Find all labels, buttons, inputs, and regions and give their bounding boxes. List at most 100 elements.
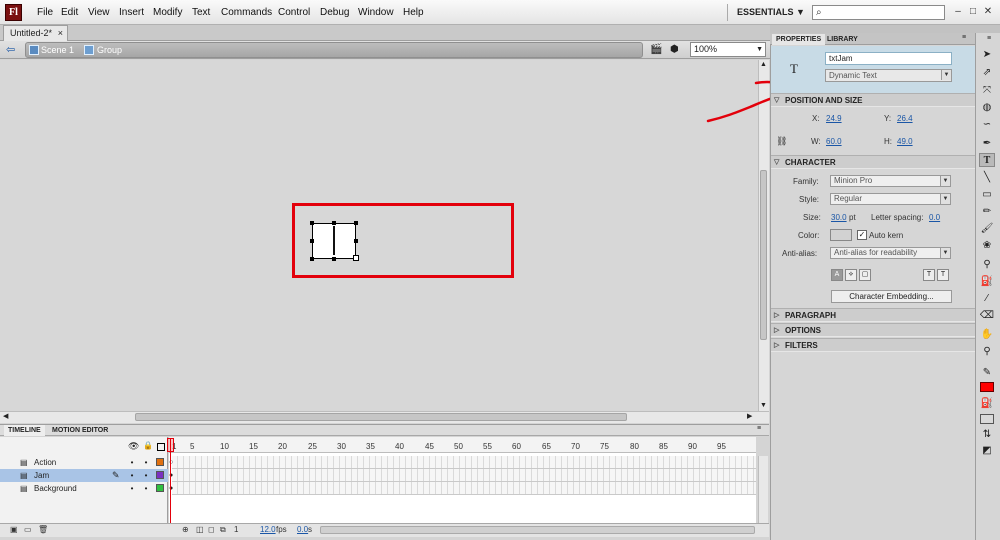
close-window-button[interactable]: ✕: [981, 5, 995, 19]
maximize-button[interactable]: □: [966, 5, 980, 19]
menu-help[interactable]: Help: [403, 0, 424, 25]
panel-menu-icon[interactable]: ≡: [962, 34, 966, 41]
eraser-tool-icon[interactable]: ⌫: [979, 309, 995, 323]
lock-dot[interactable]: •: [141, 456, 151, 469]
lock-proportions-icon[interactable]: ⛓: [776, 136, 787, 147]
breadcrumb-group[interactable]: Group: [97, 43, 122, 57]
show-border-button[interactable]: ▢: [859, 269, 871, 281]
layer-row[interactable]: ▤ Background • •: [0, 482, 168, 495]
hand-tool-icon[interactable]: ✋: [979, 328, 995, 342]
text-tool-icon[interactable]: T: [979, 153, 995, 167]
text-field-resize-handle[interactable]: [353, 255, 359, 261]
document-tab[interactable]: Untitled-2* ×: [3, 25, 68, 41]
menu-view[interactable]: View: [88, 0, 110, 25]
swap-colors-icon[interactable]: ⇅: [979, 428, 995, 442]
fill-color-icon[interactable]: ⛽: [979, 397, 995, 411]
lock-icon[interactable]: 🔒: [143, 441, 153, 450]
edit-symbols-icon[interactable]: ⬢: [670, 43, 684, 57]
edit-scene-icon[interactable]: 🎬: [650, 43, 664, 57]
scroll-left-icon[interactable]: ◀: [3, 412, 8, 420]
y-value[interactable]: 26.4: [897, 114, 913, 123]
frame-row[interactable]: [172, 469, 756, 482]
subscript-button[interactable]: T: [937, 269, 949, 281]
tab-library[interactable]: LIBRARY: [823, 34, 862, 45]
back-arrow-icon[interactable]: ⇦: [6, 44, 20, 56]
scroll-right-icon[interactable]: ▶: [747, 412, 752, 420]
layer-color-swatch[interactable]: [156, 471, 164, 479]
zoom-tool-icon[interactable]: ⚲: [979, 345, 995, 359]
selectable-text-button[interactable]: A: [831, 269, 843, 281]
section-position-size[interactable]: ▽ POSITION AND SIZE: [771, 93, 975, 107]
frame-rate-value[interactable]: 12.0: [260, 524, 276, 536]
visibility-dot[interactable]: •: [127, 456, 137, 469]
text-type-select[interactable]: Dynamic Text ▼: [825, 69, 952, 82]
layer-color-swatch[interactable]: [156, 458, 164, 466]
panel-menu-icon[interactable]: ≡: [757, 425, 761, 432]
selection-tool-icon[interactable]: ➤: [979, 48, 995, 62]
free-transform-tool-icon[interactable]: ⤧: [979, 84, 995, 98]
lasso-tool-icon[interactable]: ∽: [979, 118, 995, 132]
resize-handle[interactable]: [310, 221, 314, 225]
x-value[interactable]: 24.9: [826, 114, 842, 123]
brush-tool-icon[interactable]: 🖌: [979, 222, 995, 236]
close-tab-icon[interactable]: ×: [58, 26, 63, 40]
rectangle-tool-icon[interactable]: ▭: [979, 188, 995, 202]
onion-outline-icon[interactable]: ◻: [208, 524, 215, 536]
workspace-switcher[interactable]: ESSENTIALS ▼: [737, 0, 805, 25]
paint-bucket-tool-icon[interactable]: ⛽: [979, 275, 995, 289]
section-options[interactable]: ▷ OPTIONS: [771, 323, 975, 337]
w-value[interactable]: 60.0: [826, 137, 842, 146]
letter-spacing-value[interactable]: 0.0: [929, 213, 940, 222]
eyedropper-tool-icon[interactable]: ⁄: [979, 292, 995, 306]
text-color-swatch[interactable]: [830, 229, 852, 241]
resize-handle[interactable]: [332, 257, 336, 261]
h-value[interactable]: 49.0: [897, 137, 913, 146]
menu-edit[interactable]: Edit: [61, 0, 78, 25]
auto-kern-checkbox[interactable]: ✓: [857, 230, 867, 240]
horizontal-scroll-thumb[interactable]: [135, 413, 627, 421]
section-character[interactable]: ▽ CHARACTER: [771, 155, 975, 169]
size-value[interactable]: 30.0: [831, 213, 847, 222]
stroke-color-swatch[interactable]: [980, 414, 994, 424]
pencil-tool-icon[interactable]: ✏: [979, 205, 995, 219]
pen-tool-icon[interactable]: ✒: [979, 137, 995, 151]
deco-tool-icon[interactable]: ❀: [979, 239, 995, 253]
instance-name-field[interactable]: txtJam: [825, 52, 952, 65]
edit-multiple-frames-icon[interactable]: ⧉: [220, 524, 226, 536]
menu-window[interactable]: Window: [358, 0, 394, 25]
tab-properties[interactable]: PROPERTIES: [772, 34, 826, 45]
tab-timeline[interactable]: TIMELINE: [4, 425, 45, 436]
menu-commands[interactable]: Commands: [221, 0, 272, 25]
menu-insert[interactable]: Insert: [119, 0, 144, 25]
scroll-up-icon[interactable]: ▲: [760, 61, 767, 68]
timeline-horizontal-scrollbar[interactable]: [320, 526, 755, 534]
resize-handle[interactable]: [310, 239, 314, 243]
breadcrumb-scene[interactable]: Scene 1: [41, 43, 74, 57]
zoom-select[interactable]: 100% ▼: [690, 42, 766, 57]
menu-debug[interactable]: Debug: [320, 0, 349, 25]
tools-menu-icon[interactable]: ≡: [987, 35, 991, 42]
character-embedding-button[interactable]: Character Embedding...: [831, 290, 952, 303]
menu-text[interactable]: Text: [192, 0, 210, 25]
subselection-tool-icon[interactable]: ⇗: [979, 66, 995, 80]
3d-rotation-tool-icon[interactable]: ◍: [979, 101, 995, 115]
eye-icon[interactable]: 👁: [128, 441, 139, 452]
timeline-vertical-scrollbar[interactable]: [758, 456, 768, 524]
layer-row[interactable]: ▤ Action • •: [0, 456, 168, 469]
new-layer-icon[interactable]: ▣: [10, 524, 18, 536]
center-frame-icon[interactable]: ⊕: [182, 524, 189, 536]
frame-row[interactable]: [172, 482, 756, 495]
vertical-scroll-thumb[interactable]: [760, 170, 767, 340]
playhead[interactable]: [170, 438, 171, 532]
menu-control[interactable]: Control: [278, 0, 310, 25]
anti-alias-select[interactable]: Anti-alias for readability ▼: [830, 247, 951, 259]
font-style-select[interactable]: Regular ▼: [830, 193, 951, 205]
resize-handle[interactable]: [354, 221, 358, 225]
render-html-button[interactable]: ⟡: [845, 269, 857, 281]
visibility-dot[interactable]: •: [127, 482, 137, 495]
frame-row[interactable]: [172, 456, 756, 469]
section-paragraph[interactable]: ▷ PARAGRAPH: [771, 308, 975, 322]
resize-handle[interactable]: [310, 257, 314, 261]
layer-row-selected[interactable]: ▤ Jam ✎ • •: [0, 469, 168, 482]
lock-dot[interactable]: •: [141, 469, 151, 482]
